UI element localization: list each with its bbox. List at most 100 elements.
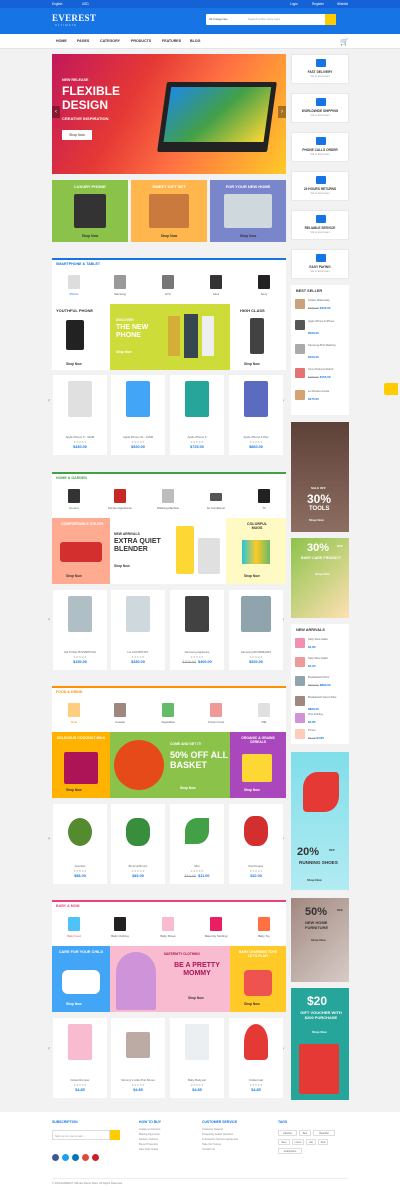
register-link[interactable]: Register bbox=[312, 2, 324, 6]
side-banner-furniture[interactable]: 50% OFF NEW HOME FURNITURE Shop Now bbox=[291, 898, 349, 982]
banner-shop-button[interactable]: Shop Now bbox=[244, 1002, 260, 1006]
banner-learning-toys[interactable]: BABY LEARNING TOYS LET'S PLAY! Shop Now bbox=[230, 946, 286, 1012]
nav-features[interactable]: FEATURES bbox=[162, 39, 181, 43]
subscribe-button[interactable] bbox=[110, 1130, 120, 1140]
product-card[interactable]: Dotted Romper ★★★★★ $4.85 bbox=[53, 1018, 107, 1098]
category-washing[interactable]: Washing Machine bbox=[150, 487, 186, 513]
linkedin-icon[interactable] bbox=[72, 1154, 79, 1161]
banner-child-care[interactable]: CARE FOR YOUR CHILD Shop Now bbox=[52, 946, 110, 1012]
list-item[interactable]: First birthday $4.85 bbox=[295, 712, 347, 726]
twitter-icon[interactable] bbox=[62, 1154, 69, 1161]
category-baby-toy[interactable]: Baby Toy bbox=[246, 915, 282, 941]
banner-shop-button[interactable]: Shop Now bbox=[312, 1030, 327, 1034]
product-card[interactable]: Broccoli Bunch ★★★★★ $45.00 bbox=[111, 804, 165, 884]
list-item[interactable]: Breakfasted Mirror $990.00 $860.00 bbox=[295, 675, 347, 689]
tag[interactable]: Bed bbox=[299, 1130, 311, 1136]
category-samsung[interactable]: Samsung bbox=[102, 273, 138, 299]
banner-new-phone[interactable]: DISCOVER THE NEW PHONE Shop Now bbox=[110, 304, 230, 370]
side-banner-tools[interactable]: SALE OFF 30% TOOLS Shop Now bbox=[291, 422, 349, 532]
product-card[interactable]: Samsung Appliance ★★★★★ $705.00 $400.00 bbox=[170, 590, 224, 670]
slider-prev-icon[interactable]: ‹ bbox=[52, 106, 60, 118]
banner-shop-button[interactable]: Shop Now bbox=[66, 362, 82, 366]
tag[interactable]: smartphone bbox=[278, 1148, 302, 1154]
product-card[interactable]: GE Profile PFSS6PKXSS ★★★★★ $150.00 bbox=[53, 590, 107, 670]
banner-shop-button[interactable]: Shop Now bbox=[188, 996, 204, 1000]
banner-blender[interactable]: NEW ARRIVALS EXTRA QUIET BLENDER Shop No… bbox=[110, 518, 226, 584]
nav-home[interactable]: HOME bbox=[56, 39, 67, 43]
banner-shop-button[interactable]: Shop Now bbox=[66, 1002, 82, 1006]
category-baby-clothing[interactable]: Baby Clothing bbox=[102, 915, 138, 941]
banner-shop-button[interactable]: Shop Now bbox=[307, 878, 322, 882]
product-card[interactable]: Apple iPhone 5 - 32GB ★★★★★ $330.00 bbox=[53, 375, 107, 455]
product-card[interactable]: Apple iPhone 5s - 16GB ★★★★★ $520.00 bbox=[111, 375, 165, 455]
slider-next-icon[interactable]: › bbox=[278, 106, 286, 118]
tag[interactable]: Lorem bbox=[292, 1139, 304, 1145]
category-vegetables[interactable]: Vegetables bbox=[150, 701, 186, 727]
product-card[interactable]: Avocado ★★★★★ $58.00 bbox=[53, 804, 107, 884]
subscription-email-input[interactable]: Sign up for your email ... bbox=[52, 1130, 110, 1140]
tag[interactable]: watches bbox=[278, 1130, 297, 1136]
promo-new-home[interactable]: FOR YOUR NEW HOME Shop Now bbox=[210, 180, 286, 242]
category-htc[interactable]: HTC bbox=[150, 273, 186, 299]
product-card[interactable]: Apple iPhone 6 Plus ★★★★★ $860.00 bbox=[229, 375, 283, 455]
banner-youthful-phone[interactable]: YOUTHFUL PHONE Shop Now bbox=[52, 304, 110, 370]
floating-settings-button[interactable] bbox=[384, 383, 398, 395]
banner-shop-button[interactable]: Shop Now bbox=[311, 938, 326, 942]
search-category-select[interactable]: All Categories bbox=[209, 17, 228, 21]
banner-coconut-milk[interactable]: DELICIOUS COCONUT MILK Shop Now bbox=[52, 732, 110, 798]
banner-shop-button[interactable]: Shop Now bbox=[114, 564, 130, 568]
tag[interactable]: Red bbox=[318, 1139, 328, 1145]
login-link[interactable]: Login bbox=[290, 2, 298, 6]
language-selector[interactable]: English bbox=[52, 2, 62, 6]
footer-link[interactable]: Take Our Survey bbox=[202, 1143, 221, 1146]
promo-luxury-phone[interactable]: LUXURY PHONE Shop Now bbox=[52, 180, 128, 242]
banner-shop-button[interactable]: Shop Now bbox=[244, 362, 260, 366]
product-card[interactable]: Red Pepper ★★★★★ $10.00 bbox=[229, 804, 283, 884]
nav-category[interactable]: CATEGORY bbox=[100, 39, 120, 43]
category-asus[interactable]: Asus bbox=[198, 273, 234, 299]
category-tv[interactable]: TV bbox=[246, 487, 282, 513]
banner-shop-button[interactable]: Shop Now bbox=[66, 574, 82, 578]
pinterest-icon[interactable] bbox=[92, 1154, 99, 1161]
category-cereals[interactable]: Cereals bbox=[102, 701, 138, 727]
category-speaker[interactable]: Speaker bbox=[56, 487, 92, 513]
banner-shop-button[interactable]: Shop Now bbox=[315, 572, 330, 576]
product-card[interactable]: Knitted Hat ★★★★★ $4.85 bbox=[229, 1018, 283, 1098]
product-card[interactable]: Mommy's Little Pink Shoes ★★★★★ $4.85 bbox=[111, 1018, 165, 1098]
category-kitchen[interactable]: Kitchen Appliances bbox=[102, 487, 138, 513]
banner-high-class[interactable]: HIGH CLASS Shop Now bbox=[230, 304, 286, 370]
banner-shop-button[interactable]: Shop Now bbox=[66, 788, 82, 792]
slider-shop-button[interactable]: Shop Now bbox=[62, 130, 92, 140]
google-plus-icon[interactable] bbox=[82, 1154, 89, 1161]
product-card[interactable]: Apple iPhone 6 ★★★★★ $725.00 bbox=[170, 375, 224, 455]
product-card[interactable]: Samsung RF4289HARS ★★★★★ $520.00 bbox=[229, 590, 283, 670]
category-maternity[interactable]: Maternity Clothing bbox=[198, 915, 234, 941]
banner-pretty-mommy[interactable]: MATERNITY CLOTHING BE A PRETTY MOMMY Sho… bbox=[110, 946, 230, 1012]
promo-shop-button[interactable]: Shop Now bbox=[52, 234, 128, 238]
footer-link[interactable]: Buyer Protection bbox=[139, 1143, 158, 1146]
tag[interactable]: Beautiful bbox=[313, 1130, 335, 1136]
wishlist-link[interactable]: Wishlist bbox=[337, 2, 348, 6]
cart-icon[interactable]: 🛒 bbox=[340, 38, 349, 46]
footer-link[interactable]: Frequently Asked Question bbox=[202, 1133, 233, 1136]
search-input[interactable]: Search entire store here bbox=[248, 17, 280, 21]
banner-shop-button[interactable]: Shop Now bbox=[180, 786, 196, 790]
list-item[interactable]: Salty Wine Hallet $4.95 bbox=[295, 656, 347, 670]
nav-pages[interactable]: PAGES bbox=[77, 39, 89, 43]
banner-basket[interactable]: COME AND GET IT! 50% OFF ALL BASKET Shop… bbox=[110, 732, 230, 798]
product-card[interactable]: Mint ★★★★★ $14.00 $11.00 bbox=[170, 804, 224, 884]
list-item[interactable]: Salty Wine Hallet $4.85 bbox=[295, 637, 347, 651]
promo-shop-button[interactable]: Shop Now bbox=[210, 234, 286, 238]
banner-mugs[interactable]: COLORFUL MUGS Shop Now bbox=[226, 518, 286, 584]
banner-couch[interactable]: COMFORTABLE COUCH Shop Now bbox=[52, 518, 110, 584]
currency-selector[interactable]: USD bbox=[82, 2, 89, 6]
footer-link[interactable]: Transaction Service Agreement bbox=[202, 1138, 238, 1141]
tag[interactable]: Sexy bbox=[278, 1139, 290, 1145]
list-item[interactable]: Le Mondes Gentle $475.00 bbox=[295, 389, 347, 403]
category-sony[interactable]: Sony bbox=[246, 273, 282, 299]
logo[interactable]: EVEREST bbox=[52, 13, 96, 23]
category-frozen[interactable]: Frozen Food bbox=[198, 701, 234, 727]
banner-shop-button[interactable]: Shop Now bbox=[309, 518, 324, 522]
list-item[interactable]: Nullam Malesuada $535.00 $400.00 bbox=[295, 298, 347, 312]
banner-shop-button[interactable]: Shop Now bbox=[116, 350, 132, 354]
